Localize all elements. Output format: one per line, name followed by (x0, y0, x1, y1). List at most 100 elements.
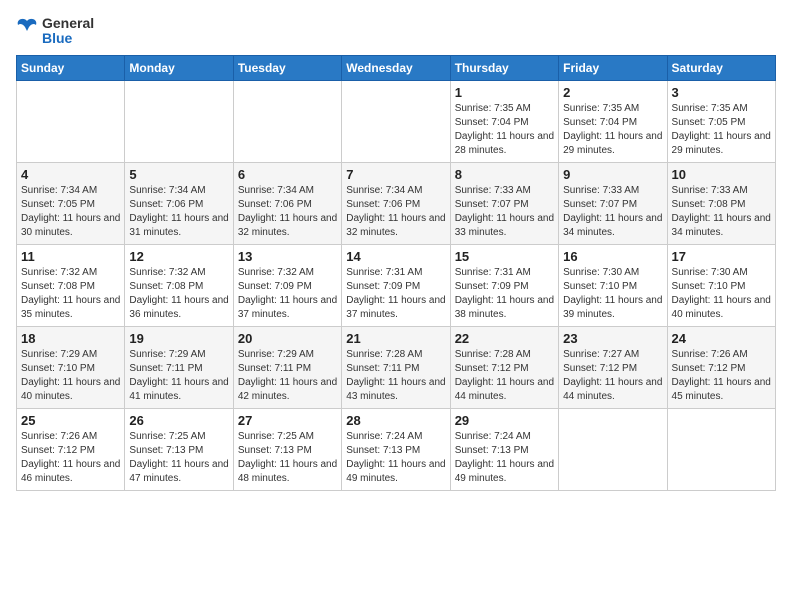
day-cell: 16Sunrise: 7:30 AM Sunset: 7:10 PM Dayli… (559, 244, 667, 326)
day-cell: 26 Sunrise: 7:25 AM Sunset: 7:13 PM Dayli… (125, 408, 233, 490)
day-cell: 24 Sunrise: 7:26 AM Sunset: 7:12 PM Dayli… (667, 326, 775, 408)
day-cell: 28 Sunrise: 7:24 AM Sunset: 7:13 PM Dayli… (342, 408, 450, 490)
day-cell: 12 Sunrise: 7:32 AM Sunset: 7:08 PM Dayli… (125, 244, 233, 326)
logo-bird-icon (16, 17, 38, 45)
day-cell (17, 80, 125, 162)
day-info: Sunrise: 7:26 AM Sunset: 7:12 PM Dayligh… (672, 348, 771, 404)
day-info: Sunrise: 7:28 AM Sunset: 7:11 PM Dayligh… (346, 348, 445, 404)
day-info: Sunrise: 7:34 AM Sunset: 7:06 PM Dayligh… (346, 184, 445, 240)
day-info: Sunrise: 7:27 AM Sunset: 7:12 PM Dayligh… (563, 348, 662, 404)
day-number: 12 (129, 249, 228, 264)
day-cell (342, 80, 450, 162)
day-info: Sunrise: 7:31 AM Sunset: 7:09 PM Dayligh… (346, 266, 445, 322)
day-cell: 17Sunrise: 7:30 AM Sunset: 7:10 PM Dayli… (667, 244, 775, 326)
day-cell: 10 Sunrise: 7:33 AM Sunset: 7:08 PM Dayli… (667, 162, 775, 244)
day-info: Sunrise: 7:25 AM Sunset: 7:13 PM Dayligh… (238, 430, 337, 486)
logo-general: General (42, 16, 94, 31)
day-cell: 19Sunrise: 7:29 AM Sunset: 7:11 PM Dayli… (125, 326, 233, 408)
day-info: Sunrise: 7:34 AM Sunset: 7:06 PM Dayligh… (238, 184, 337, 240)
day-number: 13 (238, 249, 337, 264)
day-info: Sunrise: 7:28 AM Sunset: 7:12 PM Dayligh… (455, 348, 554, 404)
day-number: 15 (455, 249, 554, 264)
day-number: 14 (346, 249, 445, 264)
header-cell-saturday: Saturday (667, 55, 775, 80)
header-row: SundayMondayTuesdayWednesdayThursdayFrid… (17, 55, 776, 80)
day-info: Sunrise: 7:24 AM Sunset: 7:13 PM Dayligh… (346, 430, 445, 486)
day-info: Sunrise: 7:35 AM Sunset: 7:05 PM Dayligh… (672, 102, 771, 158)
header-cell-sunday: Sunday (17, 55, 125, 80)
day-number: 22 (455, 331, 554, 346)
day-info: Sunrise: 7:34 AM Sunset: 7:05 PM Dayligh… (21, 184, 120, 240)
week-row-4: 18Sunrise: 7:29 AM Sunset: 7:10 PM Dayli… (17, 326, 776, 408)
day-number: 20 (238, 331, 337, 346)
day-cell: 22 Sunrise: 7:28 AM Sunset: 7:12 PM Dayli… (450, 326, 558, 408)
day-info: Sunrise: 7:35 AM Sunset: 7:04 PM Dayligh… (563, 102, 662, 158)
page-header: General Blue (16, 16, 776, 47)
day-cell: 8Sunrise: 7:33 AM Sunset: 7:07 PM Daylig… (450, 162, 558, 244)
day-cell: 11 Sunrise: 7:32 AM Sunset: 7:08 PM Dayli… (17, 244, 125, 326)
day-cell: 25Sunrise: 7:26 AM Sunset: 7:12 PM Dayli… (17, 408, 125, 490)
day-cell: 14 Sunrise: 7:31 AM Sunset: 7:09 PM Dayli… (342, 244, 450, 326)
day-number: 26 (129, 413, 228, 428)
day-info: Sunrise: 7:31 AM Sunset: 7:09 PM Dayligh… (455, 266, 554, 322)
day-cell: 4 Sunrise: 7:34 AM Sunset: 7:05 PM Daylig… (17, 162, 125, 244)
logo-text: General Blue (42, 16, 94, 47)
day-number: 17 (672, 249, 771, 264)
week-row-5: 25Sunrise: 7:26 AM Sunset: 7:12 PM Dayli… (17, 408, 776, 490)
day-number: 24 (672, 331, 771, 346)
day-number: 21 (346, 331, 445, 346)
calendar-header: SundayMondayTuesdayWednesdayThursdayFrid… (17, 55, 776, 80)
day-number: 11 (21, 249, 120, 264)
day-number: 28 (346, 413, 445, 428)
day-info: Sunrise: 7:25 AM Sunset: 7:13 PM Dayligh… (129, 430, 228, 486)
header-cell-tuesday: Tuesday (233, 55, 341, 80)
day-info: Sunrise: 7:33 AM Sunset: 7:08 PM Dayligh… (672, 184, 771, 240)
day-info: Sunrise: 7:29 AM Sunset: 7:11 PM Dayligh… (238, 348, 337, 404)
logo: General Blue (16, 16, 94, 47)
day-cell: 21 Sunrise: 7:28 AM Sunset: 7:11 PM Dayli… (342, 326, 450, 408)
day-cell: 9Sunrise: 7:33 AM Sunset: 7:07 PM Daylig… (559, 162, 667, 244)
day-cell: 23Sunrise: 7:27 AM Sunset: 7:12 PM Dayli… (559, 326, 667, 408)
week-row-3: 11 Sunrise: 7:32 AM Sunset: 7:08 PM Dayli… (17, 244, 776, 326)
day-cell: 5 Sunrise: 7:34 AM Sunset: 7:06 PM Daylig… (125, 162, 233, 244)
day-cell: 13 Sunrise: 7:32 AM Sunset: 7:09 PM Dayli… (233, 244, 341, 326)
day-number: 2 (563, 85, 662, 100)
day-cell: 6 Sunrise: 7:34 AM Sunset: 7:06 PM Daylig… (233, 162, 341, 244)
day-info: Sunrise: 7:24 AM Sunset: 7:13 PM Dayligh… (455, 430, 554, 486)
calendar-body: 1 Sunrise: 7:35 AM Sunset: 7:04 PM Daylig… (17, 80, 776, 490)
day-info: Sunrise: 7:32 AM Sunset: 7:08 PM Dayligh… (129, 266, 228, 322)
day-cell: 3 Sunrise: 7:35 AM Sunset: 7:05 PM Daylig… (667, 80, 775, 162)
day-number: 19 (129, 331, 228, 346)
day-number: 27 (238, 413, 337, 428)
day-number: 16 (563, 249, 662, 264)
day-number: 3 (672, 85, 771, 100)
header-cell-monday: Monday (125, 55, 233, 80)
day-cell (667, 408, 775, 490)
day-number: 6 (238, 167, 337, 182)
day-number: 25 (21, 413, 120, 428)
day-number: 4 (21, 167, 120, 182)
day-number: 8 (455, 167, 554, 182)
day-number: 29 (455, 413, 554, 428)
day-info: Sunrise: 7:29 AM Sunset: 7:10 PM Dayligh… (21, 348, 120, 404)
day-cell (559, 408, 667, 490)
day-cell: 2 Sunrise: 7:35 AM Sunset: 7:04 PM Daylig… (559, 80, 667, 162)
day-number: 1 (455, 85, 554, 100)
week-row-2: 4 Sunrise: 7:34 AM Sunset: 7:05 PM Daylig… (17, 162, 776, 244)
day-cell: 1 Sunrise: 7:35 AM Sunset: 7:04 PM Daylig… (450, 80, 558, 162)
day-cell: 29 Sunrise: 7:24 AM Sunset: 7:13 PM Dayli… (450, 408, 558, 490)
day-info: Sunrise: 7:35 AM Sunset: 7:04 PM Dayligh… (455, 102, 554, 158)
week-row-1: 1 Sunrise: 7:35 AM Sunset: 7:04 PM Daylig… (17, 80, 776, 162)
day-info: Sunrise: 7:32 AM Sunset: 7:08 PM Dayligh… (21, 266, 120, 322)
calendar-table: SundayMondayTuesdayWednesdayThursdayFrid… (16, 55, 776, 491)
header-cell-friday: Friday (559, 55, 667, 80)
header-cell-wednesday: Wednesday (342, 55, 450, 80)
day-number: 10 (672, 167, 771, 182)
day-info: Sunrise: 7:34 AM Sunset: 7:06 PM Dayligh… (129, 184, 228, 240)
day-info: Sunrise: 7:32 AM Sunset: 7:09 PM Dayligh… (238, 266, 337, 322)
day-cell: 7Sunrise: 7:34 AM Sunset: 7:06 PM Daylig… (342, 162, 450, 244)
day-cell (233, 80, 341, 162)
header-cell-thursday: Thursday (450, 55, 558, 80)
day-info: Sunrise: 7:33 AM Sunset: 7:07 PM Dayligh… (563, 184, 662, 240)
day-number: 5 (129, 167, 228, 182)
